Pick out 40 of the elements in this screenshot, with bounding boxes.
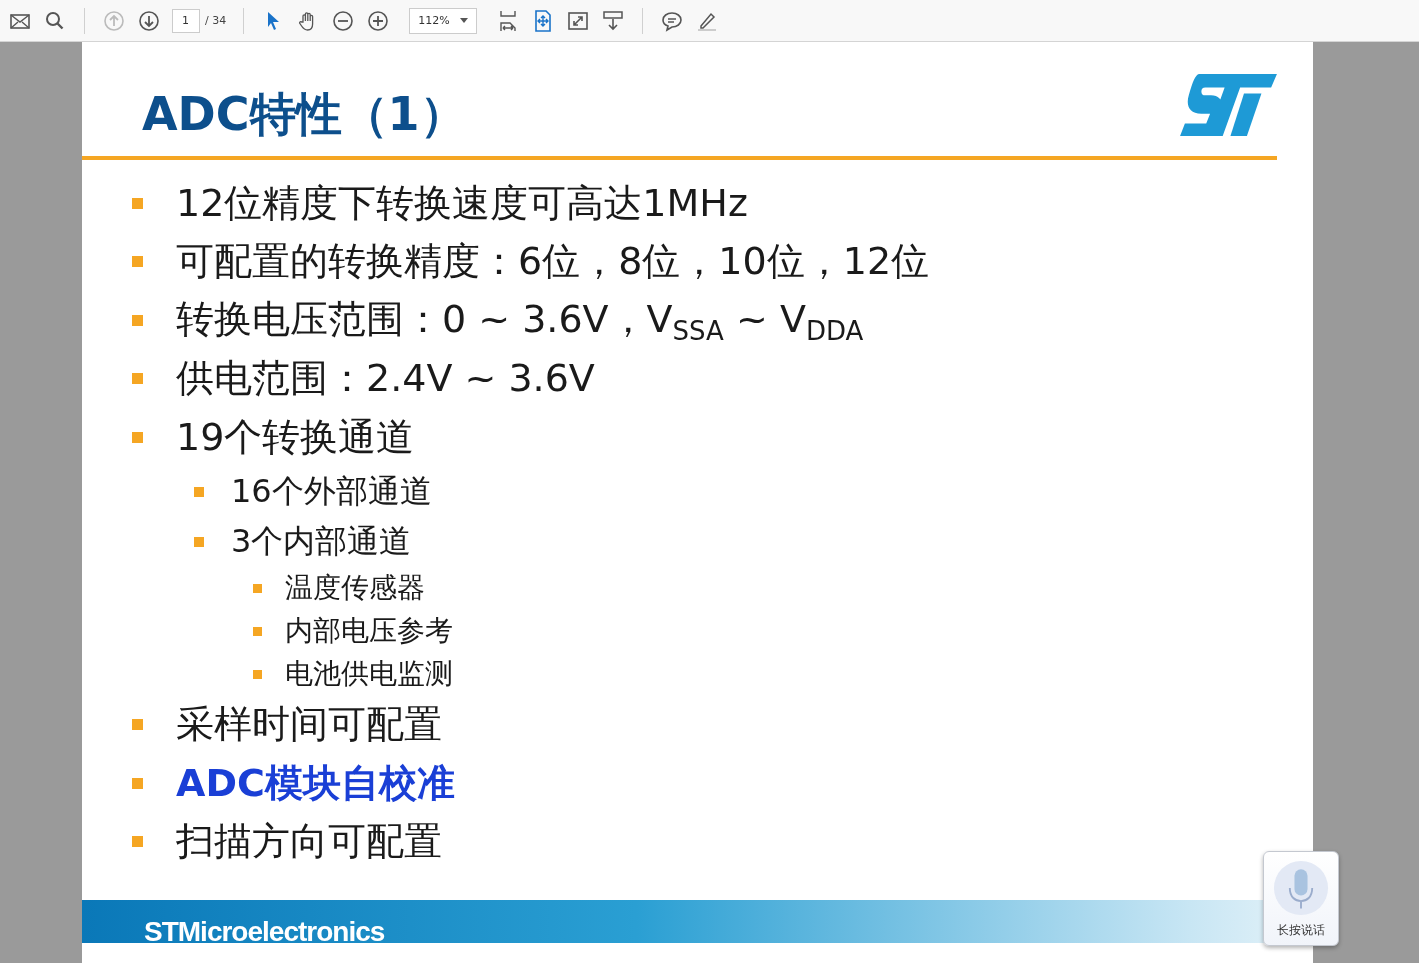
bullet-text: 电池供电监测 xyxy=(285,656,453,692)
bullet-icon xyxy=(132,719,143,731)
bullet-icon xyxy=(194,536,204,547)
bullet-text: 内部电压参考 xyxy=(285,613,453,649)
bullet-icon xyxy=(253,669,262,679)
bullet-icon xyxy=(132,431,143,443)
zoom-out-icon[interactable] xyxy=(331,8,356,33)
bullet-icon xyxy=(132,836,143,848)
bullet-icon xyxy=(253,583,262,593)
bullet-icon xyxy=(132,314,143,326)
bullet-text: 温度传感器 xyxy=(285,570,425,606)
voice-label: 长按说话 xyxy=(1277,922,1325,939)
bullet-text: 3个内部通道 xyxy=(231,520,412,562)
logo-icon xyxy=(1180,74,1277,136)
zoom-in-icon[interactable] xyxy=(366,8,391,33)
bullet-text: 转换电压范围：0 ~ 3.6V，V$_{SSA}$ ~ V$_{DDA}$ xyxy=(176,296,864,347)
bullet-icon xyxy=(132,256,143,268)
bullet-text: 12位精度下转换速度可高达1MHz xyxy=(176,179,748,227)
slide-title: ADC特性（1） xyxy=(142,86,466,143)
page-number-field[interactable]: 1 xyxy=(172,8,200,33)
bullet-text: 16个外部通道 xyxy=(231,470,432,512)
arrow-down-icon[interactable] xyxy=(137,8,161,33)
scroll-mode-icon[interactable] xyxy=(601,8,626,33)
page-count: / 34 xyxy=(205,14,227,27)
microphone-icon xyxy=(1273,860,1329,916)
bullet-icon xyxy=(132,197,143,209)
footer-brand: STMicroelectronics xyxy=(144,917,385,943)
bullet-text: 供电范围：2.4V ~ 3.6V xyxy=(176,355,595,403)
bullet-text: 采样时间可配置 xyxy=(176,701,442,749)
bullet-icon xyxy=(194,486,204,497)
bullet-icon xyxy=(253,626,262,636)
zoom-dropdown[interactable]: 112% xyxy=(409,7,478,34)
bullet-text: 扫描方向可配置 xyxy=(176,818,442,866)
voice-widget[interactable]: 长按说话 xyxy=(1263,851,1339,946)
bullet-icon xyxy=(132,777,143,789)
bullet-icon xyxy=(132,373,143,385)
bullet-text: 可配置的转换精度：6位，8位，10位，12位 xyxy=(176,238,930,286)
bullet-text: 19个转换通道 xyxy=(176,413,415,461)
caret-icon xyxy=(460,18,469,23)
bullet-text: ADC模块自校准 xyxy=(176,759,455,807)
